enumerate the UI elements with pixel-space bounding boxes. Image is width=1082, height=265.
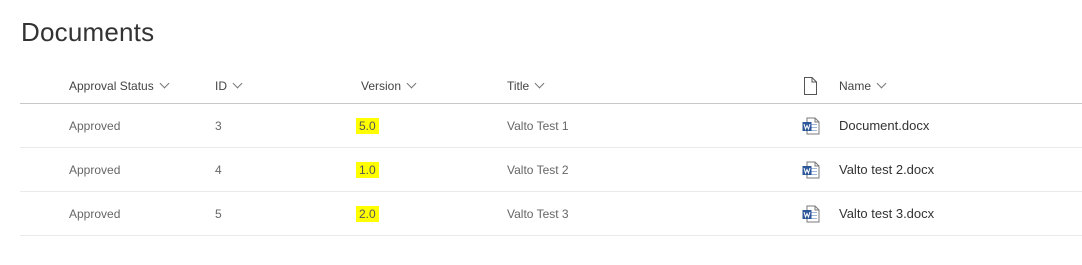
approval-status-cell: Approved bbox=[69, 118, 121, 133]
word-document-icon bbox=[802, 117, 820, 134]
column-header-label: ID bbox=[215, 78, 227, 93]
file-name-link[interactable]: Valto test 3.docx bbox=[839, 206, 934, 221]
column-header-label: Version bbox=[361, 78, 402, 93]
name-cell[interactable]: Valto test 3.docx bbox=[839, 192, 934, 235]
version-highlight: 2.0 bbox=[356, 205, 379, 222]
approval-status-cell: Approved bbox=[69, 206, 121, 221]
name-cell[interactable]: Valto test 2.docx bbox=[839, 148, 934, 191]
version-cell: 2.0 bbox=[356, 192, 379, 235]
version-cell: 5.0 bbox=[356, 104, 379, 147]
file-type-cell bbox=[802, 104, 820, 147]
version-cell: 1.0 bbox=[356, 148, 379, 191]
word-document-icon bbox=[802, 161, 820, 178]
column-header-label: Name bbox=[839, 78, 872, 93]
id-cell: 3 bbox=[215, 118, 222, 133]
column-header-label: Approval Status bbox=[69, 78, 154, 93]
table-row[interactable]: Approved 4 1.0 Valto Test 2 Valto test 2… bbox=[20, 148, 1082, 192]
documents-list: Approval Status ID Version Title Name Ap… bbox=[20, 68, 1082, 236]
file-name-link[interactable]: Valto test 2.docx bbox=[839, 162, 934, 177]
chevron-down-icon[interactable] bbox=[876, 78, 887, 89]
file-type-cell bbox=[802, 192, 820, 235]
version-highlight: 1.0 bbox=[356, 161, 379, 178]
column-header-title[interactable]: Title bbox=[507, 68, 545, 103]
column-header-row: Approval Status ID Version Title Name bbox=[20, 68, 1082, 104]
chevron-down-icon[interactable] bbox=[232, 78, 243, 89]
document-library: Documents Approval Status ID Version Tit… bbox=[0, 0, 1082, 265]
title-cell: Valto Test 3 bbox=[507, 206, 569, 221]
approval-status-cell: Approved bbox=[69, 162, 121, 177]
document-outline-icon bbox=[804, 76, 817, 95]
id-cell: 5 bbox=[215, 206, 222, 221]
column-header-file-type[interactable] bbox=[802, 68, 818, 103]
table-row[interactable]: Approved 3 5.0 Valto Test 1 Document.doc… bbox=[20, 104, 1082, 148]
chevron-down-icon[interactable] bbox=[534, 78, 545, 89]
name-cell[interactable]: Document.docx bbox=[839, 104, 929, 147]
chevron-down-icon[interactable] bbox=[159, 78, 170, 89]
table-row[interactable]: Approved 5 2.0 Valto Test 3 Valto test 3… bbox=[20, 192, 1082, 236]
title-cell: Valto Test 2 bbox=[507, 162, 569, 177]
column-header-name[interactable]: Name bbox=[839, 68, 887, 103]
column-header-version[interactable]: Version bbox=[361, 68, 417, 103]
file-name-link[interactable]: Document.docx bbox=[839, 118, 929, 133]
column-header-label: Title bbox=[507, 78, 530, 93]
title-cell: Valto Test 1 bbox=[507, 118, 569, 133]
column-header-id[interactable]: ID bbox=[215, 68, 243, 103]
column-header-approval-status[interactable]: Approval Status bbox=[69, 68, 170, 103]
chevron-down-icon[interactable] bbox=[406, 78, 417, 89]
word-document-icon bbox=[802, 205, 820, 222]
version-highlight: 5.0 bbox=[356, 117, 379, 134]
page-title: Documents bbox=[21, 17, 155, 47]
id-cell: 4 bbox=[215, 162, 222, 177]
file-type-cell bbox=[802, 148, 820, 191]
